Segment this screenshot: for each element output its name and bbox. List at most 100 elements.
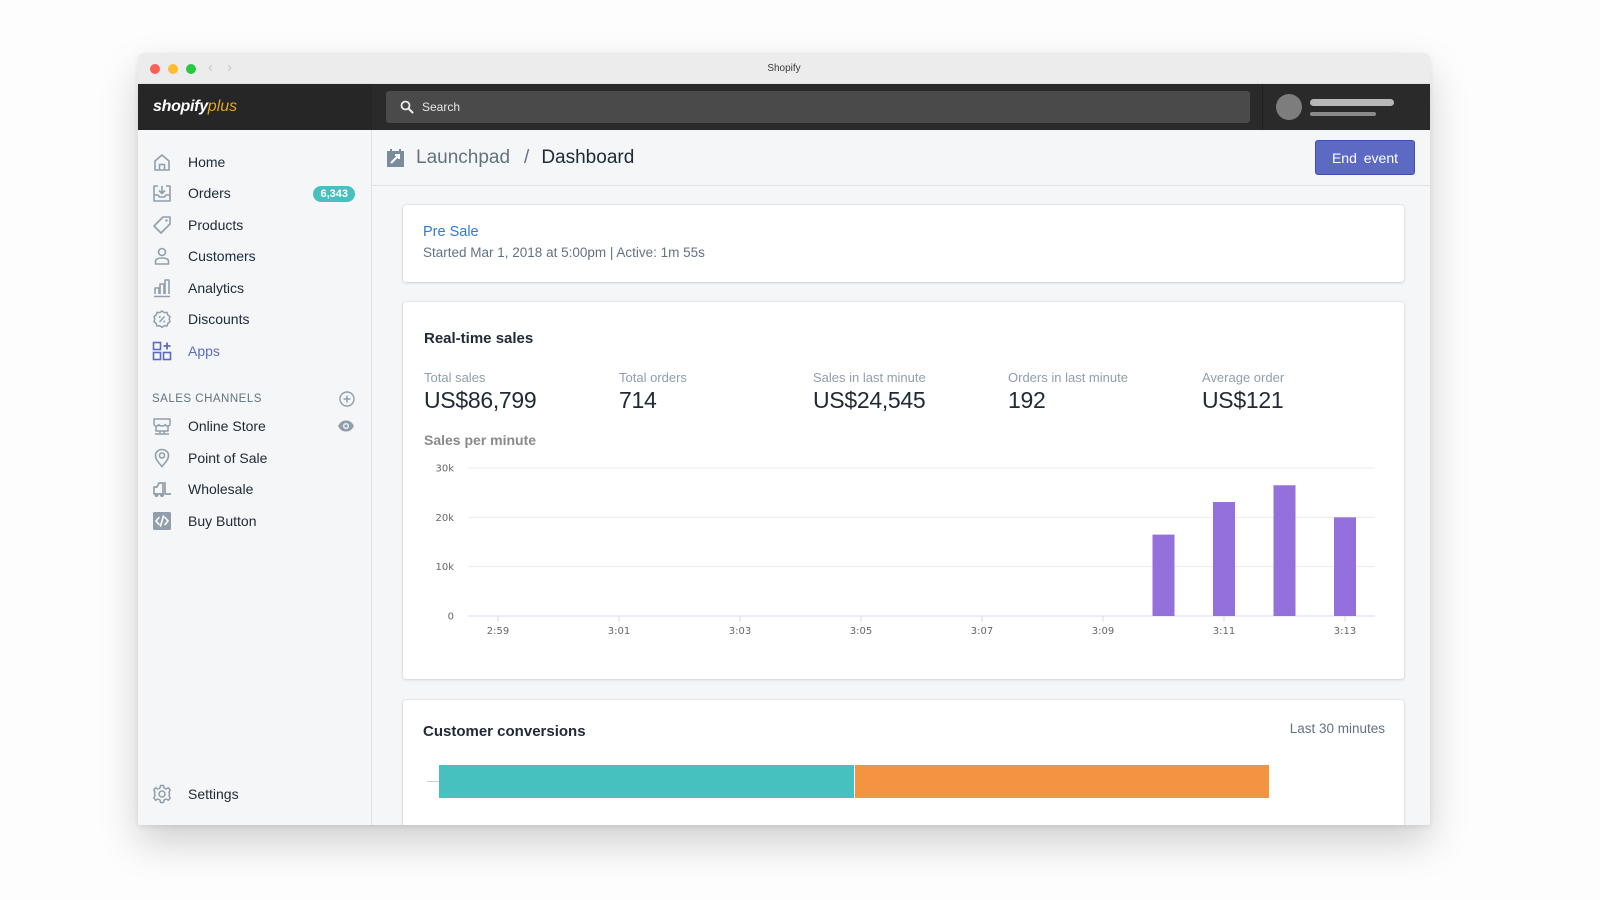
conversion-segment-2[interactable] — [853, 765, 1269, 798]
location-pin-icon — [152, 448, 172, 468]
event-card: Pre Sale Started Mar 1, 2018 at 5:00pm |… — [403, 205, 1404, 282]
metric-label: Average order — [1202, 370, 1285, 385]
sidebar-item-online-store[interactable]: Online Store — [138, 411, 371, 443]
orders-icon — [152, 183, 172, 203]
sidebar-item-label: Orders — [188, 185, 231, 202]
sales-per-minute-chart: 0 10k 20k 30k 2:59 3:01 3:03 3:05 3:07 3:09 3:11 3:… — [435, 464, 1375, 637]
x-tick-label: 3:03 — [729, 626, 751, 637]
realtime-sales-card: Real-time sales Total sales US$86,799 To… — [403, 302, 1404, 679]
view-store-eye-icon[interactable] — [337, 419, 355, 433]
breadcrumb-launchpad[interactable]: Launchpad — [416, 147, 510, 169]
store-icon — [152, 416, 172, 436]
sidebar-item-label: Buy Button — [188, 512, 257, 529]
conversion-axis-tick — [427, 781, 439, 782]
tag-icon — [152, 215, 172, 235]
sidebar-item-label: Discounts — [188, 311, 250, 328]
metric-value: US$121 — [1202, 387, 1284, 413]
metric-label: Sales in last minute — [813, 370, 926, 385]
sidebar-item-point-of-sale[interactable]: Point of Sale — [138, 442, 371, 474]
sidebar: Home Orders 6,343 Products Customers Ana… — [138, 130, 372, 825]
title-bar: ‹ › Shopify — [138, 53, 1430, 84]
launchpad-icon — [387, 148, 404, 167]
sidebar-item-wholesale[interactable]: Wholesale — [138, 474, 371, 506]
sidebar-item-label: Settings — [188, 786, 239, 803]
search-icon — [400, 100, 414, 114]
window-title: Shopify — [767, 63, 801, 74]
conversions-title: Customer conversions — [423, 723, 586, 740]
apps-icon — [152, 341, 172, 361]
bar-3:10[interactable] — [1152, 534, 1175, 616]
x-tick-label: 3:07 — [971, 626, 993, 637]
bar-3:11[interactable] — [1213, 502, 1235, 616]
x-tick-label: 3:05 — [850, 626, 872, 637]
person-icon — [152, 246, 172, 266]
add-channel-icon[interactable] — [339, 390, 355, 407]
sidebar-item-label: Point of Sale — [188, 449, 268, 466]
top-bar: shopify plus — [138, 84, 1430, 130]
gear-icon — [152, 784, 172, 804]
sidebar-item-analytics[interactable]: Analytics — [138, 272, 371, 304]
chart-title: Sales per minute — [424, 432, 537, 448]
x-tick-label: 3:01 — [608, 626, 630, 637]
x-tick-label: 3:09 — [1092, 626, 1114, 637]
end-event-button[interactable]: End event — [1315, 140, 1415, 175]
search-input[interactable] — [422, 100, 1202, 114]
logo-plus-text: plus — [207, 98, 238, 115]
page-title: Dashboard — [541, 146, 635, 168]
avatar — [1276, 94, 1302, 120]
home-icon — [152, 152, 172, 172]
x-tick-label: 3:13 — [1334, 626, 1356, 637]
sidebar-item-label: Apps — [188, 342, 220, 359]
sidebar-item-label: Online Store — [188, 418, 266, 435]
orders-count-badge: 6,343 — [313, 185, 355, 202]
sidebar-item-buy-button[interactable]: Buy Button — [138, 505, 371, 537]
sidebar-item-apps[interactable]: Apps — [138, 335, 371, 367]
sidebar-item-label: Customers — [188, 248, 256, 265]
main-content: Launchpad / Dashboard End event Pre Sale… — [372, 130, 1430, 825]
metric-label: Orders in last minute — [1008, 370, 1128, 385]
analytics-icon — [152, 278, 172, 298]
x-tick-label: 2:59 — [487, 626, 509, 637]
event-name-link[interactable]: Pre Sale — [423, 224, 1384, 240]
y-tick-label: 10k — [435, 562, 454, 573]
user-menu[interactable] — [1262, 84, 1430, 130]
y-tick-label: 0 — [448, 612, 454, 623]
metric-value: US$86,799 — [424, 387, 537, 413]
conversion-segment-1[interactable] — [439, 765, 854, 798]
user-name-placeholder — [1310, 98, 1394, 116]
search-bar[interactable] — [386, 91, 1250, 123]
breadcrumb-separator: / — [524, 146, 530, 168]
browser-window: ‹ › Shopify shopifyplus Home — [138, 53, 1430, 825]
metric-total-orders: Total orders 714 — [619, 370, 687, 414]
wholesale-icon — [152, 479, 172, 499]
conversions-range[interactable]: Last 30 minutes — [1290, 721, 1385, 736]
x-tick-label: 3:11 — [1213, 626, 1235, 637]
bar-3:12[interactable] — [1273, 485, 1296, 616]
metric-label: Total sales — [424, 370, 486, 385]
bar-3:13[interactable] — [1334, 517, 1356, 616]
sidebar-item-products[interactable]: Products — [138, 209, 371, 241]
sidebar-item-label: Wholesale — [188, 481, 254, 498]
logo[interactable]: shopify plus — [138, 84, 372, 130]
sidebar-item-settings[interactable]: Settings — [138, 779, 371, 811]
discount-icon — [152, 309, 172, 329]
metric-value: US$24,545 — [813, 387, 926, 413]
y-tick-label: 20k — [435, 513, 454, 524]
realtime-sales-title: Real-time sales — [424, 330, 534, 347]
metric-total-sales: Total sales US$86,799 — [424, 370, 537, 414]
y-tick-label: 30k — [435, 464, 454, 475]
sidebar-item-label: Products — [188, 216, 244, 233]
sidebar-item-discounts[interactable]: Discounts — [138, 304, 371, 336]
sidebar-item-label: Analytics — [188, 279, 245, 296]
conversions-bar — [439, 765, 1269, 798]
metric-sales-last-minute: Sales in last minute US$24,545 — [813, 370, 926, 414]
sales-channels-label: SALES CHANNELS — [152, 392, 262, 405]
metric-value: 714 — [619, 387, 657, 413]
event-details: Started Mar 1, 2018 at 5:00pm | Active: … — [423, 245, 705, 260]
logo-shopify-text: shopify — [153, 98, 208, 115]
sales-channels-header: SALES CHANNELS — [138, 387, 371, 411]
sidebar-item-home[interactable]: Home — [138, 146, 371, 178]
metric-average-order: Average order US$121 — [1202, 370, 1284, 414]
sidebar-item-customers[interactable]: Customers — [138, 241, 371, 273]
sidebar-item-orders[interactable]: Orders 6,343 — [138, 178, 371, 210]
